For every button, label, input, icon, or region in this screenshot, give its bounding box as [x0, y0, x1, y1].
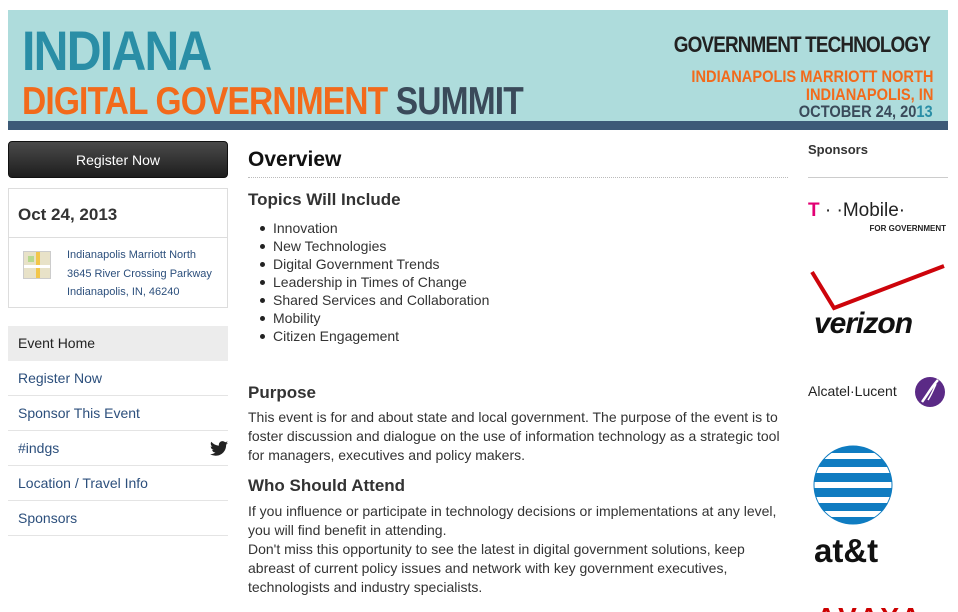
banner-divider — [8, 121, 948, 130]
banner-date-main: OCTOBER 24, 20 — [799, 102, 917, 121]
purpose-heading: Purpose — [248, 383, 317, 402]
verizon-check-icon — [810, 264, 945, 311]
nav-item-sponsors[interactable]: Sponsors — [8, 501, 228, 536]
nav-item-label: Sponsor This Event — [18, 405, 140, 421]
address-line-street[interactable]: 3645 River Crossing Parkway — [67, 265, 212, 284]
tmobile-subtitle: FOR GOVERNMENT — [869, 224, 946, 233]
register-now-button[interactable]: Register Now — [8, 141, 228, 178]
topics-heading: Topics Will Include — [248, 190, 401, 209]
att-globe-icon — [813, 445, 893, 525]
tmobile-logo[interactable]: T · ·Mobile· FOR GOVERNMENT — [808, 200, 948, 236]
attend-text-2: Don't miss this opportunity to see the l… — [248, 541, 745, 595]
purpose-text: This event is for and about state and lo… — [248, 409, 780, 463]
venue-address[interactable]: Indianapolis Marriott North 3645 River C… — [67, 246, 212, 302]
list-item: Shared Services and Collaboration — [258, 291, 489, 309]
nav-item-hashtag[interactable]: #indgs — [8, 431, 228, 466]
avaya-logo[interactable]: AVAYA — [808, 604, 948, 612]
divider — [248, 177, 788, 178]
alcatel-lucent-logo[interactable]: Alcatel·Lucent — [808, 376, 948, 408]
banner-venue-line1: INDIANAPOLIS MARRIOTT NORTH — [690, 67, 933, 86]
avaya-wordmark: AVAYA — [816, 604, 925, 612]
publisher-logo: GOVERNMENT TECHNOLOGY — [673, 32, 931, 57]
map-thumbnail-icon[interactable] — [23, 251, 51, 279]
nav-item-label: Register Now — [18, 370, 103, 386]
address-line-city[interactable]: Indianapolis, IN, 46240 — [67, 283, 212, 302]
banner-venue: INDIANAPOLIS MARRIOTT NORTH INDIANAPOLIS… — [691, 68, 933, 104]
attend-heading: Who Should Attend — [248, 476, 406, 495]
banner-digital-government: DIGITAL GOVERNMENT — [22, 80, 388, 123]
banner-summit: SUMMIT — [395, 80, 524, 123]
att-wordmark: at&t — [814, 532, 879, 569]
attend-text: If you influence or participate in techn… — [248, 503, 777, 538]
banner-title-indiana: INDIANA — [22, 19, 212, 82]
divider — [9, 237, 227, 238]
alcatel-lucent-icon — [915, 377, 945, 407]
tmobile-t: T — [808, 200, 820, 221]
nav-item-event-home[interactable]: Event Home — [8, 326, 228, 361]
banner-date-year: 13 — [916, 102, 933, 121]
sponsors-heading: Sponsors — [808, 142, 868, 157]
topics-list: Innovation New Technologies Digital Gove… — [258, 219, 489, 345]
banner-date: OCTOBER 24, 2013 — [799, 102, 933, 122]
event-banner: INDIANA DIGITAL GOVERNMENT SUMMIT GOVERN… — [8, 10, 948, 123]
list-item: Digital Government Trends — [258, 255, 489, 273]
list-item: Leadership in Times of Change — [258, 273, 489, 291]
list-item: New Technologies — [258, 237, 489, 255]
nav-item-sponsor-this-event[interactable]: Sponsor This Event — [8, 396, 228, 431]
nav-item-register-now[interactable]: Register Now — [8, 361, 228, 396]
page-title: Overview — [248, 148, 342, 171]
tmobile-mobile: · ·Mobile· — [819, 200, 906, 221]
verizon-wordmark: verizon — [814, 307, 913, 340]
event-info-box: Oct 24, 2013 Indianapolis Marriott North… — [8, 188, 228, 308]
list-item: Mobility — [258, 309, 489, 327]
nav-item-location-travel[interactable]: Location / Travel Info — [8, 466, 228, 501]
address-line-venue[interactable]: Indianapolis Marriott North — [67, 246, 212, 265]
twitter-icon — [210, 441, 228, 456]
list-item: Citizen Engagement — [258, 327, 489, 345]
banner-title-summit: DIGITAL GOVERNMENT SUMMIT — [22, 80, 524, 123]
verizon-logo[interactable]: verizon — [808, 262, 948, 344]
sidebar-nav: Event Home Register Now Sponsor This Eve… — [8, 326, 228, 536]
list-item: Innovation — [258, 219, 489, 237]
nav-item-label: Event Home — [18, 335, 96, 351]
tmobile-wordmark: T · ·Mobile· — [808, 200, 905, 222]
event-date: Oct 24, 2013 — [18, 205, 118, 224]
nav-item-label: #indgs — [18, 440, 60, 456]
nav-item-label: Location / Travel Info — [18, 475, 148, 491]
divider — [808, 177, 948, 178]
nav-item-label: Sponsors — [18, 510, 78, 526]
att-logo[interactable]: at&t — [808, 444, 948, 572]
alcatel-lucent-wordmark: Alcatel·Lucent — [808, 383, 897, 399]
